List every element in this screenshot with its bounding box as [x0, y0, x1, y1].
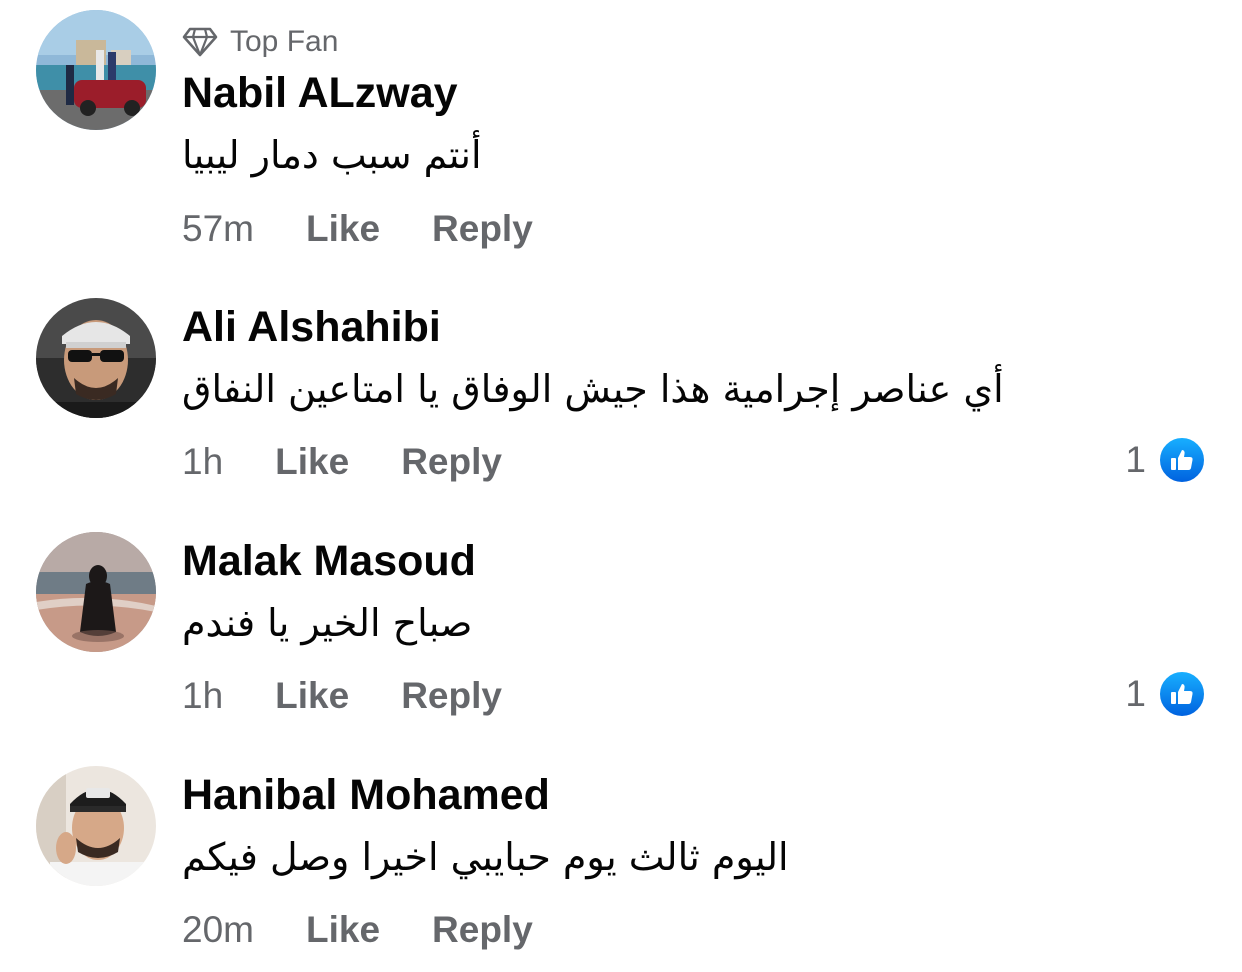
comment-item: Hanibal Mohamed اليوم ثالث يوم حبايبي اخ… — [0, 758, 1242, 972]
comment-actions: 57m Like Reply — [182, 207, 533, 251]
like-button[interactable]: Like — [275, 441, 349, 483]
like-button[interactable]: Like — [306, 909, 380, 951]
reaction-count: 1 — [1125, 673, 1146, 714]
avatar[interactable] — [36, 298, 156, 418]
comment-actions: 1h Like Reply — [182, 674, 502, 718]
comment-time[interactable]: 20m — [182, 909, 254, 951]
comment-actions: 20m Like Reply — [182, 908, 533, 952]
comment-item: Malak Masoud صباح الخير يا فندم 1h Like … — [0, 524, 1242, 724]
thumbs-up-icon — [1158, 670, 1206, 718]
diamond-icon — [182, 27, 218, 57]
reaction-summary[interactable]: 1 — [1125, 669, 1206, 719]
comment-text: أنتم سبب دمار ليبيا — [182, 133, 482, 177]
comment-text: صباح الخير يا فندم — [182, 601, 473, 645]
reaction-count: 1 — [1125, 439, 1146, 480]
comment-time[interactable]: 1h — [182, 675, 223, 717]
comment-author[interactable]: Hanibal Mohamed — [182, 770, 550, 820]
thumbs-up-icon — [1158, 436, 1206, 484]
comment-author[interactable]: Ali Alshahibi — [182, 302, 441, 352]
like-button[interactable]: Like — [275, 675, 349, 717]
comment-author[interactable]: Malak Masoud — [182, 536, 476, 586]
badge-label: Top Fan — [230, 25, 339, 58]
reply-button[interactable]: Reply — [432, 208, 533, 250]
reaction-summary[interactable]: 1 — [1125, 435, 1206, 485]
comment-text: اليوم ثالث يوم حبايبي اخيرا وصل فيكم — [182, 835, 789, 879]
comment-item: Ali Alshahibi أي عناصر إجرامية هذا جيش ا… — [0, 290, 1242, 490]
comment-time[interactable]: 1h — [182, 441, 223, 483]
top-fan-badge: Top Fan — [182, 24, 338, 60]
comment-text: أي عناصر إجرامية هذا جيش الوفاق يا امتاع… — [182, 367, 1004, 411]
reply-button[interactable]: Reply — [401, 675, 502, 717]
comment-item: Top Fan Nabil ALzway أنتم سبب دمار ليبيا… — [0, 0, 1242, 260]
avatar[interactable] — [36, 532, 156, 652]
like-button[interactable]: Like — [306, 208, 380, 250]
comment-author[interactable]: Nabil ALzway — [182, 68, 458, 118]
reply-button[interactable]: Reply — [432, 909, 533, 951]
comment-actions: 1h Like Reply — [182, 440, 502, 484]
avatar[interactable] — [36, 766, 156, 886]
comment-time[interactable]: 57m — [182, 208, 254, 250]
avatar[interactable] — [36, 10, 156, 130]
reply-button[interactable]: Reply — [401, 441, 502, 483]
